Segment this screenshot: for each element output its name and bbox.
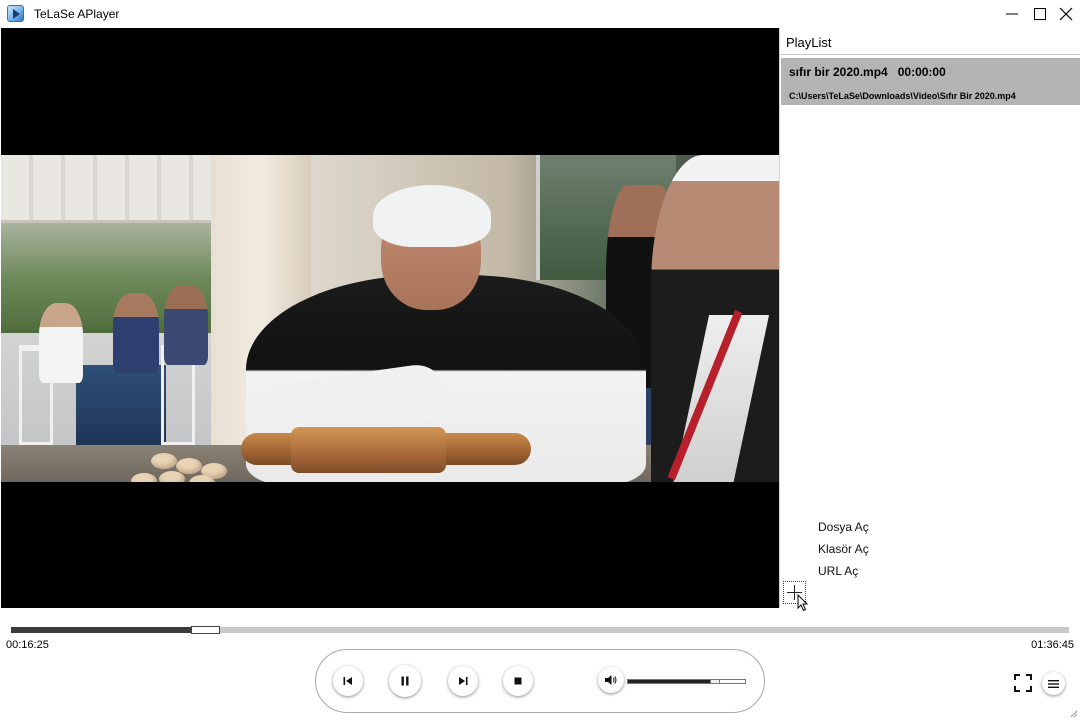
resize-grip-icon[interactable]	[1068, 708, 1078, 718]
window-title: TeLaSe APlayer	[34, 7, 120, 21]
playlist-item-title: sıfır bir 2020.mp4 00:00:00	[789, 65, 946, 79]
next-icon	[459, 677, 468, 685]
previous-icon	[343, 677, 352, 685]
minimize-icon	[1006, 13, 1018, 15]
scene-awning	[1, 155, 211, 223]
scene-dough	[159, 471, 185, 482]
volume-button[interactable]	[598, 667, 624, 693]
add-menu: Dosya Aç Klasör Aç URL Aç	[818, 520, 869, 586]
seek-bar-handle[interactable]	[191, 626, 220, 634]
pause-button[interactable]	[389, 665, 421, 697]
seek-bar-fill	[11, 627, 191, 633]
video-frame	[1, 155, 779, 482]
scene-table	[76, 365, 166, 445]
fullscreen-button[interactable]	[1013, 673, 1033, 693]
pause-icon	[401, 676, 409, 686]
maximize-button[interactable]	[1026, 0, 1054, 28]
stop-icon	[514, 677, 522, 685]
total-time: 01:36:45	[1031, 639, 1074, 651]
stop-button[interactable]	[503, 666, 533, 696]
close-icon	[1059, 7, 1073, 21]
playlist-item-name: sıfır bir 2020.mp4	[789, 65, 888, 79]
maximize-icon	[1034, 8, 1046, 20]
next-button[interactable]	[448, 666, 478, 696]
minimize-button[interactable]	[998, 0, 1026, 28]
app-logo-icon	[7, 5, 24, 22]
menu-button[interactable]	[1042, 672, 1065, 695]
scene-dough	[176, 458, 202, 474]
close-button[interactable]	[1052, 0, 1080, 28]
seek-bar[interactable]	[11, 626, 1069, 634]
menu-item-open-url[interactable]: URL Aç	[818, 564, 869, 586]
playlist-item-path: C:\Users\TeLaSe\Downloads\Video\Sıfır Bi…	[789, 91, 1016, 101]
playlist-item[interactable]: sıfır bir 2020.mp4 00:00:00 C:\Users\TeL…	[781, 58, 1080, 105]
playlist-item-duration: 00:00:00	[897, 65, 946, 79]
menu-icon	[1048, 679, 1059, 688]
menu-item-open-folder[interactable]: Klasör Aç	[818, 542, 869, 564]
playlist-title: PlayList	[786, 35, 832, 50]
title-bar: TeLaSe APlayer	[0, 0, 1080, 28]
scene-rolling-pin-body	[291, 427, 446, 473]
scene-diner	[164, 285, 208, 365]
scene-hairnet	[373, 185, 491, 247]
volume-icon	[605, 675, 617, 685]
current-time: 00:16:25	[6, 639, 49, 651]
fullscreen-icon	[1014, 674, 1032, 692]
menu-item-open-file[interactable]: Dosya Aç	[818, 520, 869, 542]
playlist-panel: PlayList sıfır bir 2020.mp4 00:00:00 C:\…	[779, 28, 1080, 612]
scene-diner	[113, 293, 159, 373]
scene-dough	[151, 453, 177, 469]
scene-diner	[39, 303, 83, 383]
volume-slider[interactable]	[627, 679, 746, 684]
scene-dough	[131, 473, 157, 482]
video-display[interactable]	[1, 28, 779, 608]
volume-slider-handle[interactable]	[710, 679, 720, 684]
volume-slider-fill	[628, 680, 712, 683]
previous-button[interactable]	[333, 666, 363, 696]
playlist-divider	[780, 54, 1080, 55]
mouse-cursor-icon	[797, 594, 809, 612]
